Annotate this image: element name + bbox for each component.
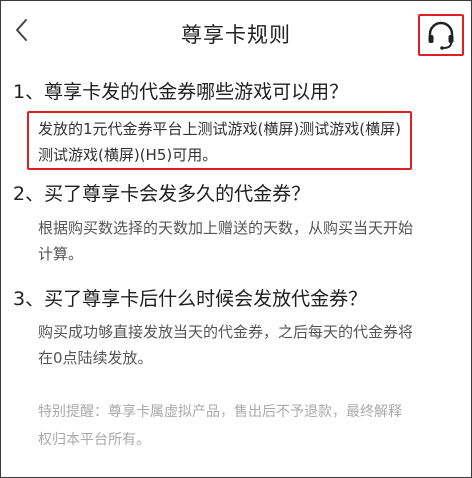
faq-answer-1-highlight: 发放的1元代金券平台上测试游戏(横屏)测试游戏(横屏)测试游戏(横屏)(H5)可…: [27, 111, 412, 170]
faq-answer-3: 购买成功够直接发放当天的代金券，之后每天的代金券将在0点陆续发放。: [38, 323, 414, 367]
customer-service-button[interactable]: [418, 14, 464, 56]
faq-question-2: 2、买了尊享卡会发多久的代金券？: [13, 183, 311, 205]
headset-icon: [428, 21, 454, 50]
faq-question-3: 3、买了尊享卡后什么时候会发放代金券？: [13, 288, 368, 310]
faq-answer-1: 发放的1元代金券平台上测试游戏(横屏)测试游戏(横屏)测试游戏(横屏)(H5)可…: [38, 120, 401, 164]
faq-question-1: 1、尊享卡发的代金券哪些游戏可以用？: [13, 81, 349, 103]
disclaimer-note: 特别提醒：尊享卡属虚拟产品，售出后不予退款，最终解释权归本平台所有。: [38, 404, 402, 448]
header-bar: 尊享卡规则: [1, 1, 471, 71]
page-title: 尊享卡规则: [181, 23, 291, 47]
faq-answer-2: 根据购买数选择的天数加上赠送的天数，从购买当天开始计算。: [38, 219, 414, 263]
page-frame: 尊享卡规则 1、尊享卡发的代金券哪些游戏可以用？ 发放的1元代金券平台上测试游戏…: [0, 0, 472, 478]
